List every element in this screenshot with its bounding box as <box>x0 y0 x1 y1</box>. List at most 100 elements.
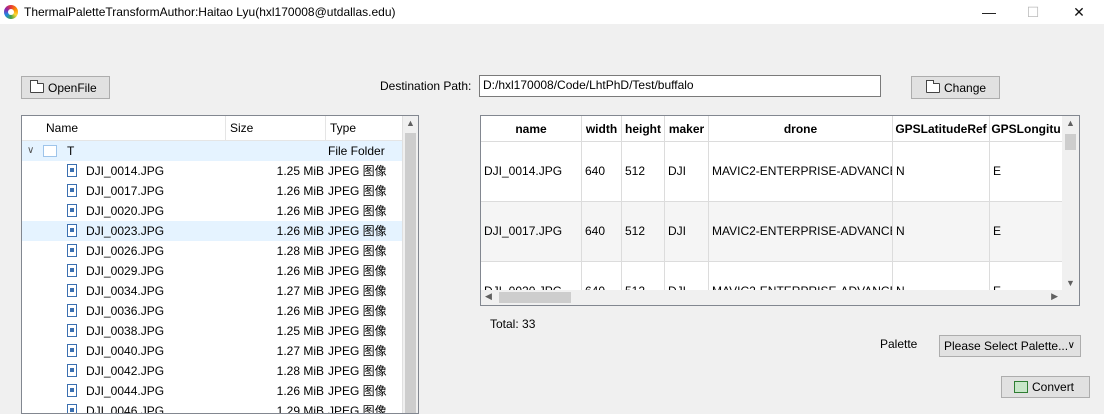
table-cell: N <box>893 202 990 261</box>
column-header[interactable]: GPSLatitudeRef <box>893 116 990 142</box>
table-cell: DJI <box>665 202 709 261</box>
total-count: Total: 33 <box>490 317 536 331</box>
scroll-thumb[interactable] <box>1065 134 1076 150</box>
table-cell: 512 <box>622 262 665 290</box>
file-row[interactable]: DJI_0046.JPG 1.29 MiB JPEG 图像 <box>22 401 404 414</box>
table-cell: DJI <box>665 142 709 201</box>
image-file-icon <box>67 224 77 237</box>
convert-icon <box>1014 381 1028 393</box>
table-horizontal-scrollbar[interactable]: ◀ ▶ <box>481 290 1063 305</box>
file-size: 1.29 MiB <box>276 404 324 414</box>
file-tree[interactable]: Name Size Type ∨ T File Folder DJI_0014.… <box>21 115 419 414</box>
file-type: JPEG 图像 <box>328 224 387 238</box>
file-row[interactable]: DJI_0042.JPG 1.28 MiB JPEG 图像 <box>22 361 404 381</box>
palette-select[interactable]: Please Select Palette... ∨ <box>939 335 1081 357</box>
table-viewport: name width height maker drone GPSLatitudeRef G… <box>481 116 1063 290</box>
file-size: 1.26 MiB <box>276 204 324 218</box>
chevron-down-icon: ∨ <box>1067 340 1075 351</box>
file-row[interactable]: DJI_0020.JPG 1.26 MiB JPEG 图像 <box>22 201 404 221</box>
convert-label: Convert <box>1032 380 1075 394</box>
table-vertical-scrollbar[interactable]: ▲ ▼ <box>1062 116 1079 290</box>
file-row[interactable]: DJI_0029.JPG 1.26 MiB JPEG 图像 <box>22 261 404 281</box>
table-row[interactable]: DJI_0017.JPG 640 512 DJI MAVIC2-ENTERPRISE-A… <box>481 202 1063 262</box>
app-logo-icon <box>4 5 18 19</box>
scroll-left-icon[interactable]: ◀ <box>485 291 492 302</box>
column-size-header[interactable]: Size <box>226 116 326 140</box>
scroll-right-icon[interactable]: ▶ <box>1051 291 1058 302</box>
file-type: JPEG 图像 <box>328 344 387 358</box>
column-header[interactable]: GPSLongitu <box>990 116 1063 142</box>
table-row[interactable]: DJI_0020.JPG640512DJIMAVIC2-ENTERPRISE-A… <box>481 262 1063 290</box>
image-file-icon <box>67 244 77 257</box>
change-button[interactable]: Change <box>911 76 1000 99</box>
tree-scrollbar[interactable]: ▲ <box>402 116 418 413</box>
file-name: DJI_0017.JPG <box>86 184 165 198</box>
scroll-thumb[interactable] <box>499 292 571 303</box>
table-cell: 512 <box>622 202 665 261</box>
file-size: 1.27 MiB <box>276 284 324 298</box>
file-name: DJI_0020.JPG <box>86 204 165 218</box>
file-type: JPEG 图像 <box>328 284 387 298</box>
table-row[interactable]: DJI_0014.JPG 640 512 DJI MAVIC2-ENTERPRISE-A… <box>481 142 1063 202</box>
file-row[interactable]: DJI_0023.JPG 1.26 MiB JPEG 图像 <box>22 221 404 241</box>
file-row[interactable]: DJI_0014.JPG 1.25 MiB JPEG 图像 <box>22 161 404 181</box>
file-name: DJI_0036.JPG <box>86 304 165 318</box>
window-title: ThermalPaletteTransformAuthor:Haitao Lyu… <box>24 5 396 19</box>
file-name: DJI_0014.JPG <box>86 164 165 178</box>
file-size: 1.26 MiB <box>276 264 324 278</box>
metadata-table[interactable]: name width height maker drone GPSLatitudeRef G… <box>480 115 1080 306</box>
file-name: DJI_0044.JPG <box>86 384 165 398</box>
column-header[interactable]: height <box>622 116 665 142</box>
column-header[interactable]: width <box>582 116 622 142</box>
file-row[interactable]: DJI_0040.JPG 1.27 MiB JPEG 图像 <box>22 341 404 361</box>
column-name-header[interactable]: Name <box>42 116 226 140</box>
folder-row[interactable]: ∨ T File Folder <box>22 141 404 161</box>
column-header[interactable]: drone <box>709 116 893 142</box>
table-cell: 640 <box>582 202 622 261</box>
file-type: JPEG 图像 <box>328 244 387 258</box>
file-size: 1.28 MiB <box>276 244 324 258</box>
file-row[interactable]: DJI_0036.JPG 1.26 MiB JPEG 图像 <box>22 301 404 321</box>
file-size: 1.25 MiB <box>276 164 324 178</box>
file-name: DJI_0042.JPG <box>86 364 165 378</box>
destination-path-field[interactable]: D:/hxl170008/Code/LhtPhD/Test/buffalo <box>479 75 881 97</box>
file-type: JPEG 图像 <box>328 324 387 338</box>
scroll-thumb[interactable] <box>405 133 416 413</box>
file-row[interactable]: DJI_0034.JPG 1.27 MiB JPEG 图像 <box>22 281 404 301</box>
file-row[interactable]: DJI_0017.JPG 1.26 MiB JPEG 图像 <box>22 181 404 201</box>
maximize-button[interactable]: ☐ <box>1010 0 1056 24</box>
file-size: 1.26 MiB <box>276 184 324 198</box>
file-name: DJI_0040.JPG <box>86 344 165 358</box>
table-cell: E <box>990 202 1063 261</box>
file-row[interactable]: DJI_0044.JPG 1.26 MiB JPEG 图像 <box>22 381 404 401</box>
minimize-button[interactable]: — <box>966 0 1012 24</box>
file-name: DJI_0034.JPG <box>86 284 165 298</box>
image-file-icon <box>67 364 77 377</box>
chevron-down-icon: ∨ <box>27 145 35 156</box>
column-type-header[interactable]: Type <box>326 116 404 140</box>
file-type: JPEG 图像 <box>328 304 387 318</box>
file-name: DJI_0029.JPG <box>86 264 165 278</box>
folder-icon <box>926 79 940 93</box>
image-file-icon <box>67 344 77 357</box>
destination-label: Destination Path: <box>380 79 472 93</box>
column-header[interactable]: maker <box>665 116 709 142</box>
scroll-up-icon[interactable]: ▲ <box>1066 118 1075 128</box>
open-file-button[interactable]: OpenFile <box>21 76 110 99</box>
convert-button[interactable]: Convert <box>1001 376 1090 398</box>
scroll-corner <box>1062 290 1079 305</box>
file-row[interactable]: DJI_0038.JPG 1.25 MiB JPEG 图像 <box>22 321 404 341</box>
table-cell: MAVIC2-ENTERPRISE-ADVANCED <box>709 142 893 201</box>
scroll-up-icon[interactable]: ▲ <box>406 118 415 128</box>
table-cell: DJI_0014.JPG <box>481 142 582 201</box>
file-type: JPEG 图像 <box>328 204 387 218</box>
image-file-icon <box>67 164 77 177</box>
scroll-down-icon[interactable]: ▼ <box>1066 278 1075 288</box>
file-row[interactable]: DJI_0026.JPG 1.28 MiB JPEG 图像 <box>22 241 404 261</box>
file-name: DJI_0038.JPG <box>86 324 165 338</box>
title-bar: ThermalPaletteTransformAuthor:Haitao Lyu… <box>0 0 1104 24</box>
image-file-icon <box>67 324 77 337</box>
column-header[interactable]: name <box>481 116 582 142</box>
close-button[interactable]: ✕ <box>1056 0 1102 24</box>
file-name: DJI_0026.JPG <box>86 244 165 258</box>
